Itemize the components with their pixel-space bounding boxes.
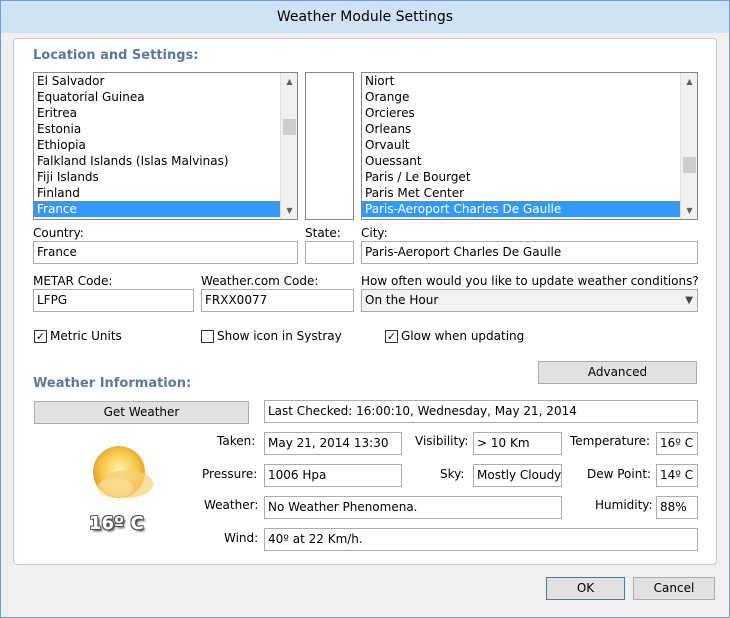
list-item[interactable]: Paris / Le Bourget bbox=[362, 169, 697, 185]
list-item[interactable]: Equatorial Guinea bbox=[34, 89, 297, 105]
taken-label: Taken: bbox=[217, 434, 256, 448]
checkmark-icon: ✓ bbox=[34, 329, 47, 343]
last-checked-field: Last Checked: 16:00:10, Wednesday, May 2… bbox=[264, 400, 698, 423]
sky-label: Sky: bbox=[440, 467, 465, 481]
city-list-items: Niort Orange Orcieres Orleans Orvault Ouessan… bbox=[362, 73, 697, 217]
scroll-thumb[interactable] bbox=[683, 157, 696, 173]
update-frequency-select[interactable]: On the Hour ▼ bbox=[361, 289, 698, 312]
list-item[interactable]: Paris-Aeroport Charles De Gaulle bbox=[362, 201, 697, 217]
systray-label: Show icon in Systray bbox=[217, 329, 342, 343]
list-item[interactable]: El Salvador bbox=[34, 73, 297, 89]
taken-field: May 21, 2014 13:30 bbox=[264, 432, 402, 455]
chevron-down-icon: ▼ bbox=[685, 295, 693, 306]
checkmark-icon: ✓ bbox=[385, 329, 398, 343]
country-field[interactable]: France bbox=[33, 241, 298, 264]
checkbox-empty-icon bbox=[201, 329, 214, 343]
list-item[interactable]: Finland bbox=[34, 185, 297, 201]
list-item[interactable]: Eritrea bbox=[34, 105, 297, 121]
list-item[interactable]: Ouessant bbox=[362, 153, 697, 169]
dew-point-label: Dew Point: bbox=[587, 467, 652, 481]
weathercom-label: Weather.com Code: bbox=[201, 274, 319, 288]
ok-button[interactable]: OK bbox=[546, 577, 625, 600]
humidity-field: 88% bbox=[656, 496, 698, 519]
weather-field: No Weather Phenomena. bbox=[264, 496, 562, 519]
advanced-button[interactable]: Advanced bbox=[538, 361, 697, 384]
pressure-field: 1006 Hpa bbox=[264, 464, 402, 487]
state-listbox[interactable] bbox=[305, 72, 354, 220]
list-item[interactable]: Orange bbox=[362, 89, 697, 105]
wind-field: 40º at 22 Km/h. bbox=[264, 528, 698, 551]
list-item[interactable]: Orleans bbox=[362, 121, 697, 137]
pressure-label: Pressure: bbox=[202, 467, 258, 481]
partly-cloudy-icon bbox=[80, 439, 164, 513]
update-label: How often would you like to update weath… bbox=[361, 274, 699, 288]
cancel-button[interactable]: Cancel bbox=[633, 577, 715, 600]
scroll-down-icon[interactable]: ▼ bbox=[281, 202, 297, 219]
metric-units-checkbox[interactable]: ✓ Metric Units bbox=[34, 329, 122, 343]
list-item[interactable]: Falkland Islands (Islas Malvinas) bbox=[34, 153, 297, 169]
list-item[interactable]: France bbox=[34, 201, 297, 217]
country-scrollbar[interactable]: ▲ ▼ bbox=[280, 73, 297, 219]
temperature-field: 16º C bbox=[656, 432, 698, 455]
country-label: Country: bbox=[33, 226, 84, 240]
current-temperature-display: 16º C bbox=[89, 513, 144, 534]
weather-section-title: Weather Information: bbox=[33, 376, 192, 391]
weather-label: Weather: bbox=[204, 498, 259, 512]
city-listbox[interactable]: Niort Orange Orcieres Orleans Orvault Ouessan… bbox=[361, 72, 698, 220]
sky-field: Mostly Cloudy. bbox=[473, 464, 562, 487]
wind-label: Wind: bbox=[224, 531, 259, 545]
weathercom-field[interactable]: FRXX0077 bbox=[201, 289, 354, 312]
visibility-label: Visibility: bbox=[415, 434, 469, 448]
metar-label: METAR Code: bbox=[33, 274, 113, 288]
location-section-title: Location and Settings: bbox=[33, 48, 199, 63]
metric-units-label: Metric Units bbox=[50, 329, 122, 343]
state-label: State: bbox=[305, 226, 341, 240]
window-title: Weather Module Settings bbox=[1, 1, 729, 33]
metar-field[interactable]: LFPG bbox=[33, 289, 194, 312]
list-item[interactable]: Orcieres bbox=[362, 105, 697, 121]
list-item[interactable]: Paris Met Center bbox=[362, 185, 697, 201]
scroll-down-icon[interactable]: ▼ bbox=[681, 202, 697, 219]
visibility-field: > 10 Km bbox=[473, 432, 562, 455]
temperature-label: Temperature: bbox=[570, 434, 651, 448]
list-item[interactable]: Niort bbox=[362, 73, 697, 89]
glow-checkbox[interactable]: ✓ Glow when updating bbox=[385, 329, 524, 343]
get-weather-button[interactable]: Get Weather bbox=[34, 401, 249, 424]
country-list-items: El Salvador Equatorial Guinea Eritrea Eston… bbox=[34, 73, 297, 217]
scroll-thumb[interactable] bbox=[283, 119, 296, 135]
city-scrollbar[interactable]: ▲ ▼ bbox=[680, 73, 697, 219]
list-item[interactable]: Orvault bbox=[362, 137, 697, 153]
list-item[interactable]: Fiji Islands bbox=[34, 169, 297, 185]
scroll-up-icon[interactable]: ▲ bbox=[281, 73, 297, 90]
city-field[interactable]: Paris-Aeroport Charles De Gaulle bbox=[361, 241, 698, 264]
dew-point-field: 14º C bbox=[656, 464, 698, 487]
list-item[interactable]: Estonia bbox=[34, 121, 297, 137]
update-frequency-value: On the Hour bbox=[365, 293, 439, 307]
country-listbox[interactable]: El Salvador Equatorial Guinea Eritrea Eston… bbox=[33, 72, 298, 220]
scroll-up-icon[interactable]: ▲ bbox=[681, 73, 697, 90]
settings-window: Weather Module Settings Location and Set… bbox=[0, 0, 730, 618]
systray-checkbox[interactable]: Show icon in Systray bbox=[201, 329, 342, 343]
glow-label: Glow when updating bbox=[401, 329, 525, 343]
list-item[interactable]: Ethiopia bbox=[34, 137, 297, 153]
humidity-label: Humidity: bbox=[595, 498, 653, 512]
city-label: City: bbox=[361, 226, 388, 240]
state-field[interactable] bbox=[305, 241, 354, 264]
